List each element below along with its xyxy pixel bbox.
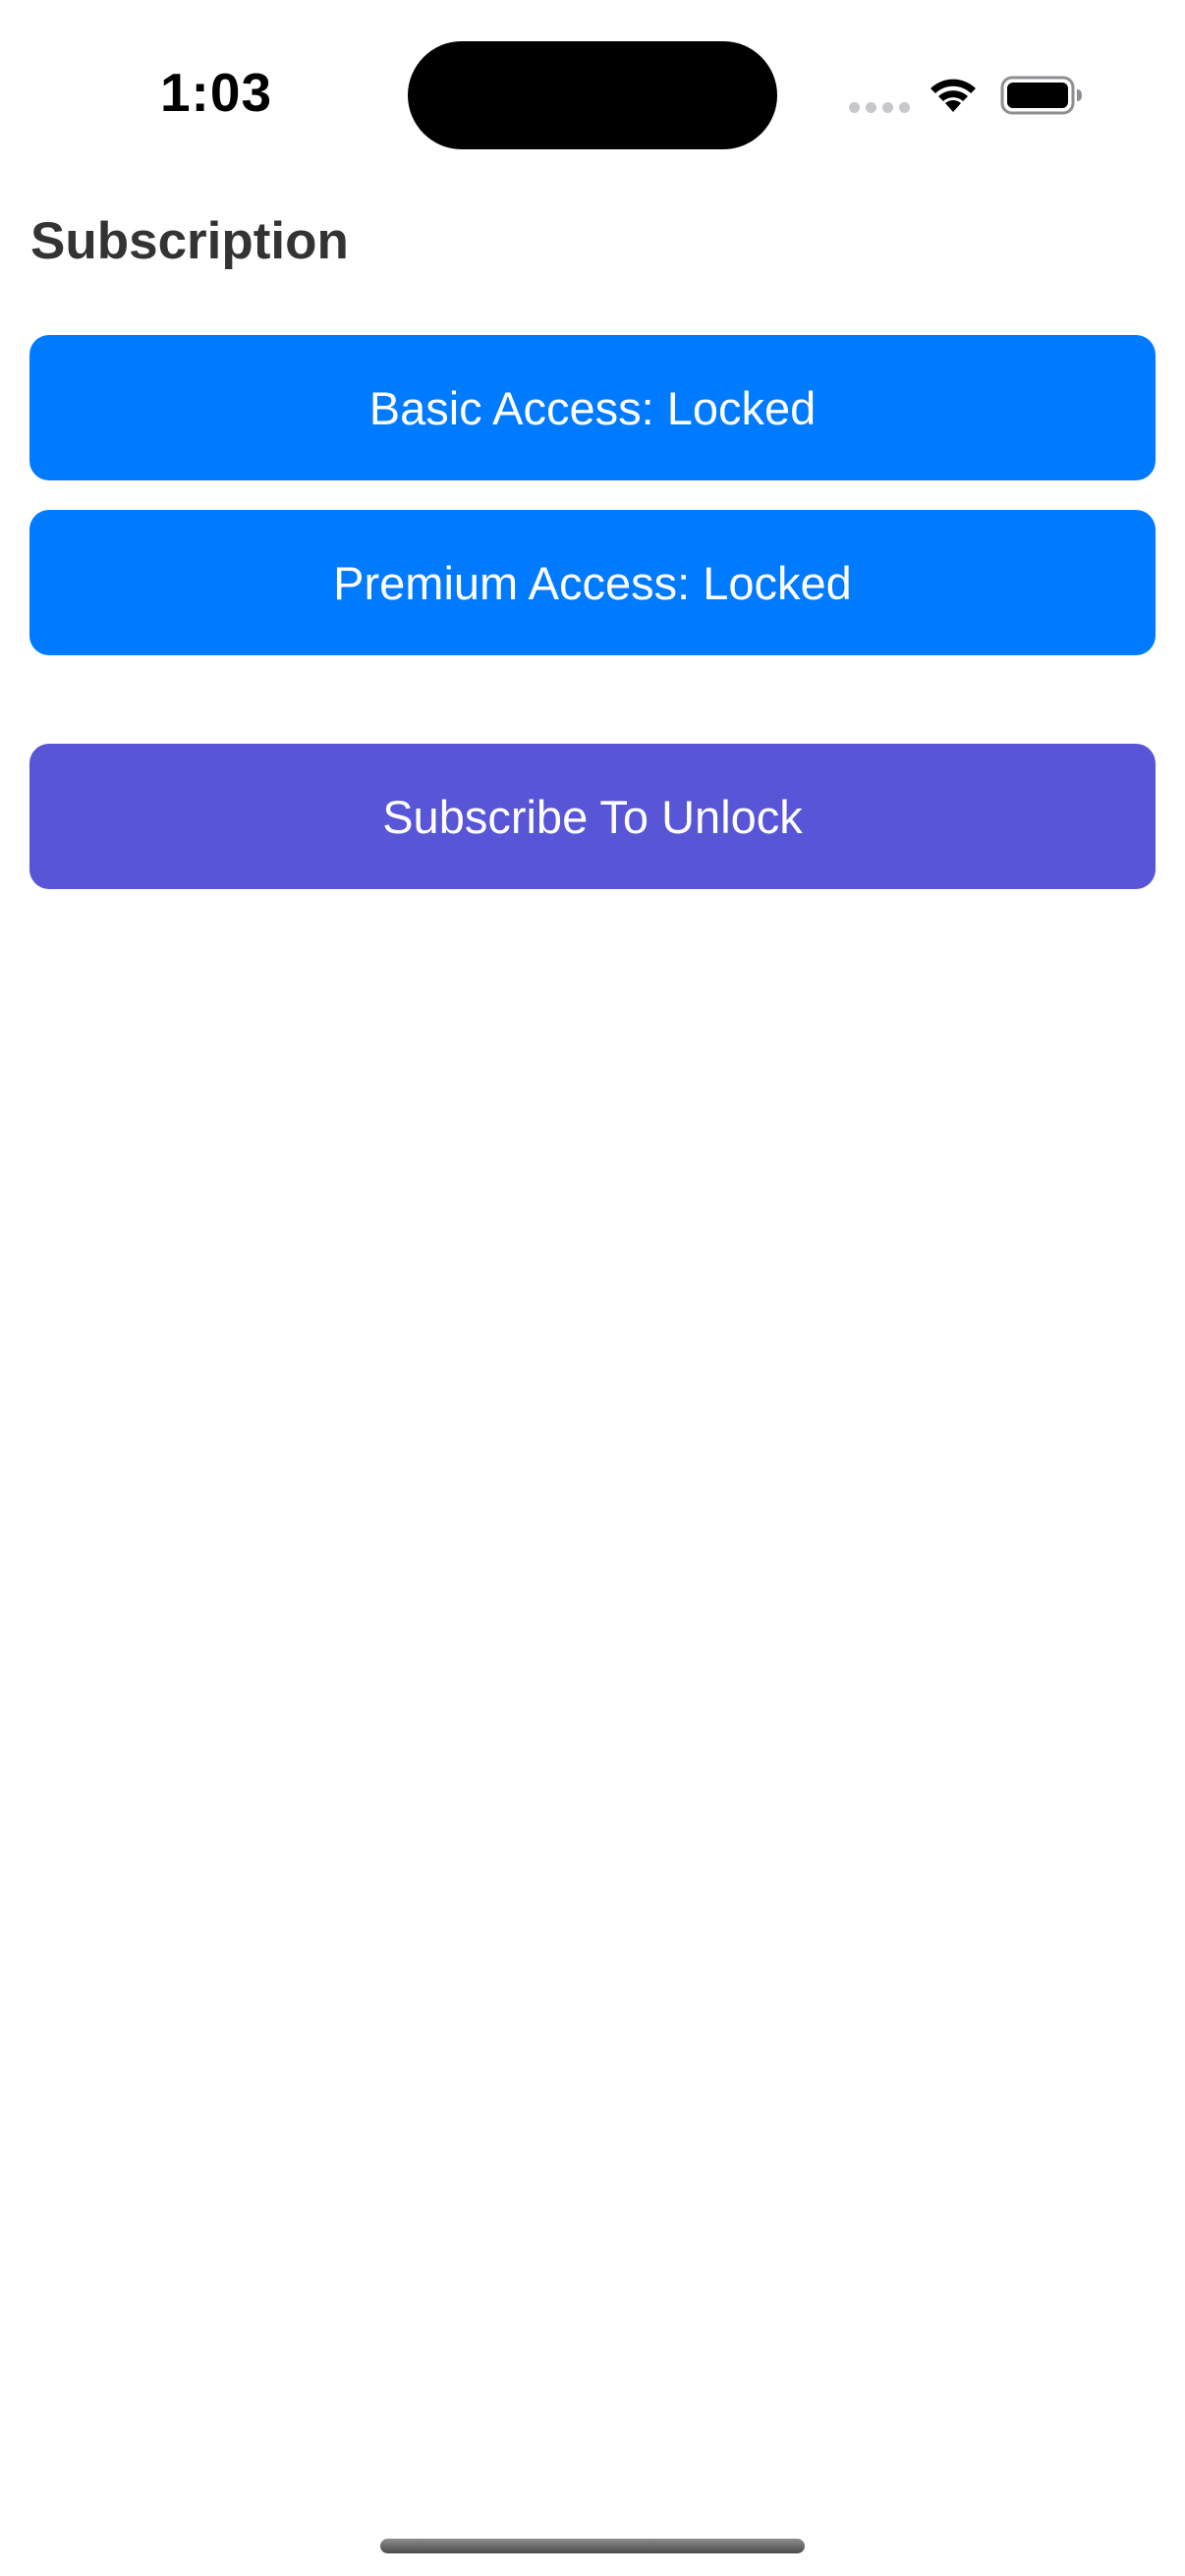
basic-access-button[interactable]: Basic Access: Locked: [29, 335, 1156, 480]
page-title: Subscription: [30, 212, 349, 270]
status-time: 1:03: [159, 62, 273, 123]
battery-icon: [1000, 76, 1082, 115]
dynamic-island: [408, 41, 777, 149]
home-indicator[interactable]: [380, 2539, 805, 2553]
subscribe-to-unlock-button[interactable]: Subscribe To Unlock: [29, 744, 1156, 889]
premium-access-button[interactable]: Premium Access: Locked: [29, 510, 1156, 655]
signal-dots-icon: [849, 102, 910, 113]
wifi-icon: [931, 79, 976, 112]
status-bar: 1:03: [0, 0, 1185, 187]
